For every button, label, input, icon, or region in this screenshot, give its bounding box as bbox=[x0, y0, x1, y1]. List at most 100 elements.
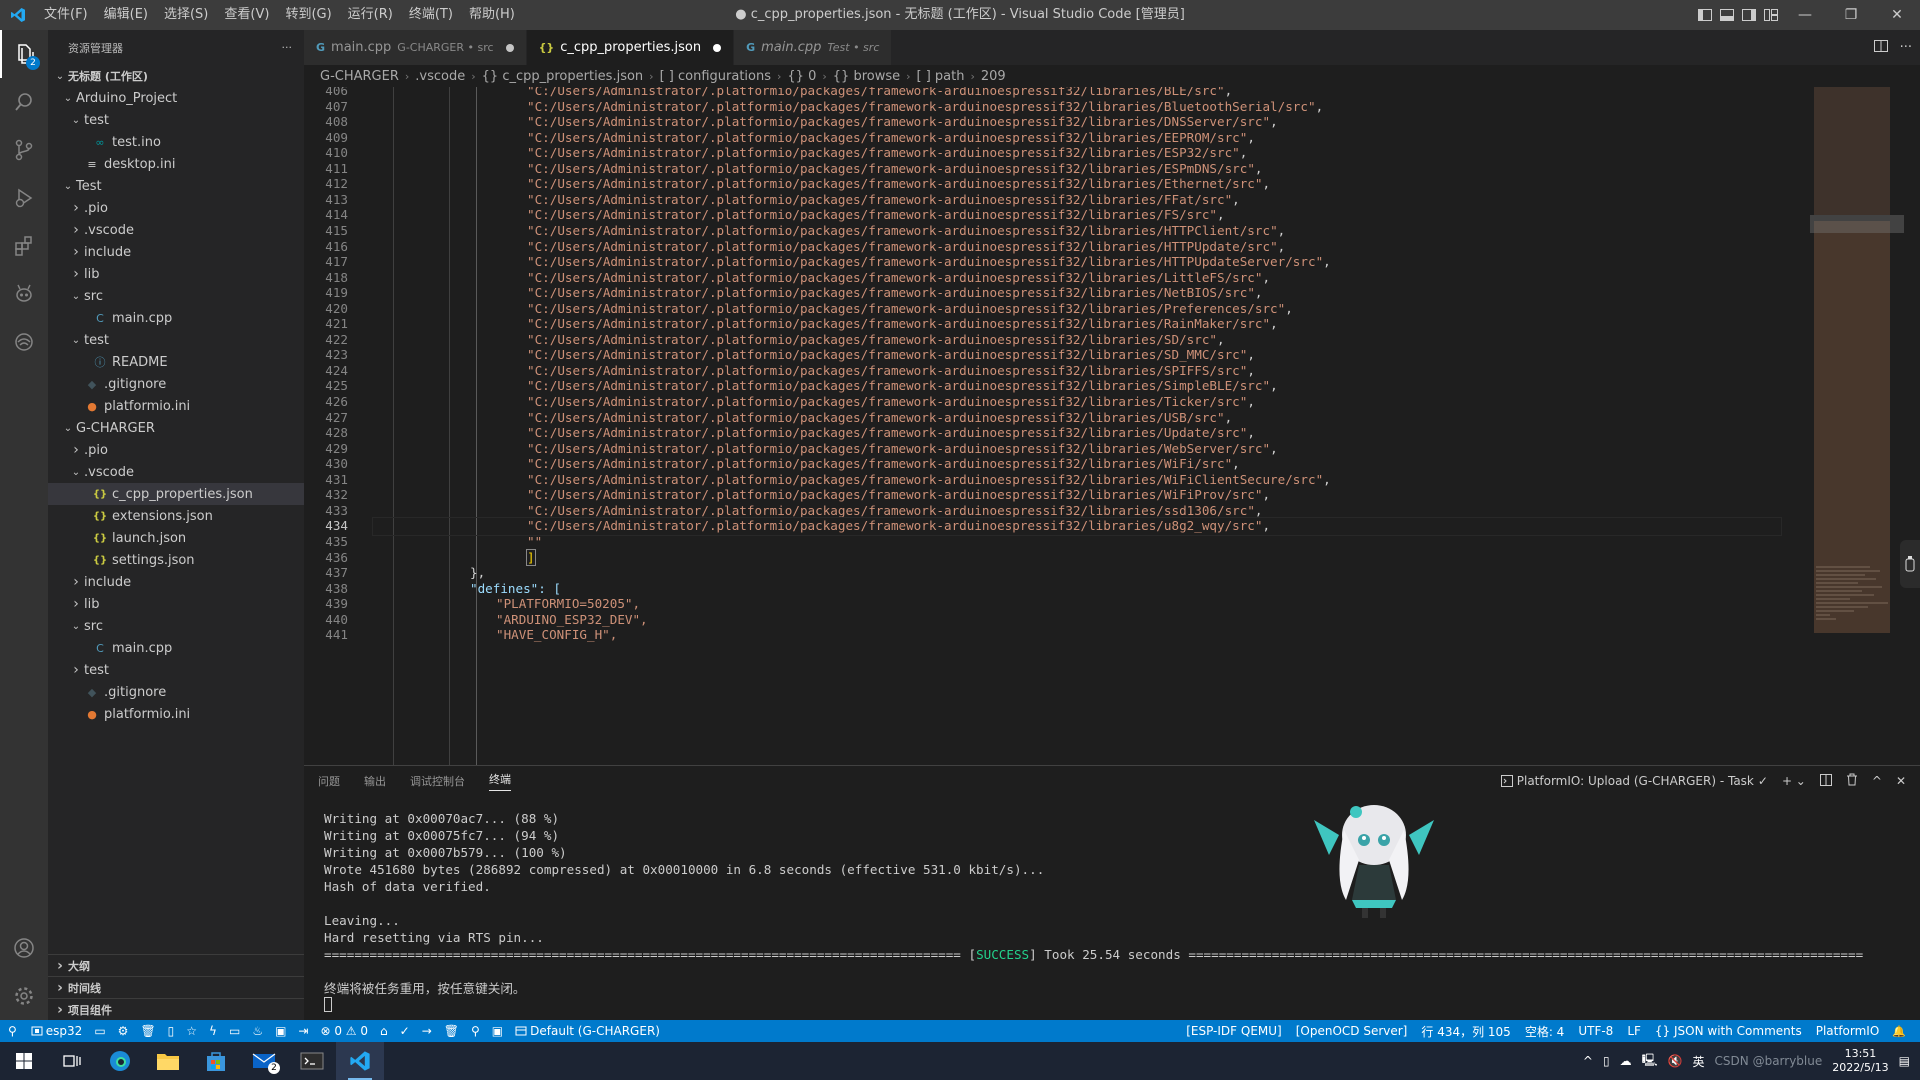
network-icon[interactable]: 🖳 bbox=[1642, 1051, 1658, 1072]
tree-file[interactable]: ⓘ README bbox=[48, 351, 304, 373]
remote-icon[interactable] bbox=[0, 318, 48, 366]
run-debug-icon[interactable] bbox=[0, 174, 48, 222]
code-line[interactable]: "C:/Users/Administrator/.platformio/pack… bbox=[527, 99, 1323, 114]
panel-tab[interactable]: 调试控制台 bbox=[410, 773, 465, 789]
code-line[interactable]: "C:/Users/Administrator/.platformio/pack… bbox=[527, 130, 1255, 145]
tree-file[interactable]: ● platformio.ini bbox=[48, 395, 304, 417]
menu-item[interactable]: 选择(S) bbox=[156, 0, 216, 30]
volume-muted-icon[interactable]: 🔇 bbox=[1668, 1054, 1683, 1068]
panel-tab[interactable]: 问题 bbox=[318, 773, 340, 789]
code-line[interactable]: "C:/Users/Administrator/.platformio/pack… bbox=[527, 87, 1232, 98]
panel-tab[interactable]: 输出 bbox=[364, 773, 386, 789]
editor-tab[interactable]: {} c_cpp_properties.json bbox=[526, 30, 735, 65]
sidebar-section[interactable]: › 大纲 bbox=[48, 954, 304, 976]
windows-start-icon[interactable] bbox=[0, 1042, 48, 1080]
code-line[interactable]: "ARDUINO_ESP32_DEV", bbox=[496, 612, 648, 627]
code-line[interactable]: }, bbox=[470, 565, 485, 580]
tree-file[interactable]: ● platformio.ini bbox=[48, 703, 304, 725]
close-panel-icon[interactable]: ✕ bbox=[1896, 774, 1906, 788]
breadcrumb-item[interactable]: .vscode bbox=[415, 69, 465, 84]
pio-device-icon[interactable]: ▯ bbox=[162, 1020, 181, 1042]
pio-flash-icon[interactable]: ϟ bbox=[203, 1020, 223, 1042]
terminal-cursor[interactable] bbox=[324, 997, 332, 1012]
pio-clean-icon[interactable]: 🗑 bbox=[134, 1020, 161, 1042]
editor-tab[interactable]: Gmain.cpp G-CHARGER • src bbox=[304, 30, 527, 65]
breadcrumb-item[interactable]: {} 0 bbox=[787, 69, 816, 84]
input-method-indicator[interactable]: 英 bbox=[1693, 1053, 1705, 1070]
account-icon[interactable] bbox=[0, 924, 48, 972]
tree-folder[interactable]: › .vscode bbox=[48, 219, 304, 241]
pio-star-icon[interactable]: ☆ bbox=[180, 1020, 203, 1042]
code-line[interactable]: "C:/Users/Administrator/.platformio/pack… bbox=[527, 441, 1278, 456]
more-actions-icon[interactable]: ··· bbox=[282, 41, 293, 54]
tree-folder[interactable]: ⌄ src bbox=[48, 285, 304, 307]
menu-item[interactable]: 编辑(E) bbox=[96, 0, 156, 30]
kill-terminal-icon[interactable] bbox=[1846, 773, 1858, 789]
code-line[interactable]: "C:/Users/Administrator/.platformio/pack… bbox=[527, 503, 1263, 518]
terminal-app-icon[interactable] bbox=[288, 1042, 336, 1080]
code-line[interactable]: ] bbox=[526, 548, 536, 566]
tree-folder[interactable]: ⌄ test bbox=[48, 329, 304, 351]
code-line[interactable]: "defines": [ bbox=[470, 581, 561, 596]
status-item[interactable]: PlatformIO bbox=[1809, 1020, 1887, 1042]
onedrive-cloud-icon[interactable]: ☁ bbox=[1620, 1054, 1632, 1068]
code-line[interactable]: "C:/Users/Administrator/.platformio/pack… bbox=[527, 332, 1225, 347]
code-line[interactable]: "C:/Users/Administrator/.platformio/pack… bbox=[527, 316, 1278, 331]
breadcrumb-item[interactable]: {} browse bbox=[833, 69, 900, 84]
remote-status-icon[interactable]: ⚲ bbox=[0, 1020, 25, 1042]
code-line[interactable]: "C:/Users/Administrator/.platformio/pack… bbox=[527, 114, 1278, 129]
sidebar-section[interactable]: › 时间线 bbox=[48, 976, 304, 998]
pio-build-icon[interactable]: ✓ bbox=[394, 1020, 416, 1042]
tree-folder[interactable]: › test bbox=[48, 659, 304, 681]
vscode-taskbar-icon[interactable] bbox=[336, 1042, 384, 1080]
pio-upload-icon[interactable]: ⇥ bbox=[292, 1020, 314, 1042]
tree-file[interactable]: ◆ .gitignore bbox=[48, 373, 304, 395]
split-editor-icon[interactable] bbox=[1873, 39, 1888, 56]
menu-item[interactable]: 转到(G) bbox=[277, 0, 339, 30]
notification-icon[interactable]: ▤ bbox=[1899, 1054, 1910, 1068]
tree-folder[interactable]: ⌄ G-CHARGER bbox=[48, 417, 304, 439]
task-view-icon[interactable] bbox=[48, 1042, 96, 1080]
tree-file[interactable]: ∞ test.ino bbox=[48, 131, 304, 153]
tree-file[interactable]: {} c_cpp_properties.json bbox=[48, 483, 304, 505]
explorer-icon[interactable]: 2 bbox=[0, 30, 48, 78]
file-explorer-icon[interactable] bbox=[144, 1042, 192, 1080]
problems-status[interactable]: ⊗ 0 ⚠ 0 bbox=[314, 1020, 374, 1042]
pio-home-icon[interactable]: ⌂ bbox=[374, 1020, 394, 1042]
restore-icon[interactable]: ❐ bbox=[1828, 0, 1874, 30]
menu-item[interactable]: 运行(R) bbox=[340, 0, 401, 30]
code-line[interactable]: "C:/Users/Administrator/.platformio/pack… bbox=[527, 207, 1225, 222]
status-item[interactable]: UTF-8 bbox=[1571, 1020, 1620, 1042]
code-line[interactable]: "C:/Users/Administrator/.platformio/pack… bbox=[527, 472, 1331, 487]
unsaved-dot-icon[interactable] bbox=[713, 43, 722, 52]
usb-device-icon[interactable]: ▯ bbox=[1603, 1054, 1610, 1068]
code-line[interactable]: "C:/Users/Administrator/.platformio/pack… bbox=[527, 347, 1255, 362]
tree-folder[interactable]: ⌄ Test bbox=[48, 175, 304, 197]
tree-folder[interactable]: ⌄ Arduino_Project bbox=[48, 87, 304, 109]
pio-monitor-icon[interactable]: ▭ bbox=[223, 1020, 246, 1042]
code-line[interactable]: "C:/Users/Administrator/.platformio/pack… bbox=[527, 301, 1293, 316]
status-item[interactable]: LF bbox=[1620, 1020, 1648, 1042]
code-line[interactable]: "C:/Users/Administrator/.platformio/pack… bbox=[527, 270, 1270, 285]
pio-home-folder-icon[interactable]: ▭ bbox=[88, 1020, 111, 1042]
code-line[interactable]: "C:/Users/Administrator/.platformio/pack… bbox=[527, 192, 1240, 207]
split-terminal-icon[interactable] bbox=[1819, 773, 1832, 789]
breadcrumb-item[interactable]: G-CHARGER bbox=[320, 69, 399, 84]
pio-terminal-icon[interactable]: ▣ bbox=[269, 1020, 292, 1042]
tree-folder[interactable]: › lib bbox=[48, 263, 304, 285]
pio-plug-icon[interactable]: ⚲ bbox=[465, 1020, 486, 1042]
search-icon[interactable] bbox=[0, 78, 48, 126]
pio-serial-terminal-icon[interactable]: ▣ bbox=[486, 1020, 509, 1042]
code-line[interactable]: "C:/Users/Administrator/.platformio/pack… bbox=[527, 518, 1270, 533]
tree-folder[interactable]: › include bbox=[48, 571, 304, 593]
code-line[interactable]: "C:/Users/Administrator/.platformio/pack… bbox=[527, 145, 1247, 160]
new-terminal-icon[interactable]: + ⌄ bbox=[1782, 774, 1806, 788]
code-line[interactable]: "" bbox=[527, 534, 542, 549]
tree-folder[interactable]: ⌄ test bbox=[48, 109, 304, 131]
source-control-icon[interactable] bbox=[0, 126, 48, 174]
code-line[interactable]: "C:/Users/Administrator/.platformio/pack… bbox=[527, 285, 1263, 300]
tree-folder[interactable]: ⌄ 无标题 (工作区) bbox=[48, 65, 304, 87]
extensions-icon[interactable] bbox=[0, 222, 48, 270]
code-line[interactable]: "C:/Users/Administrator/.platformio/pack… bbox=[527, 176, 1270, 191]
close-window-icon[interactable]: ✕ bbox=[1874, 0, 1920, 30]
